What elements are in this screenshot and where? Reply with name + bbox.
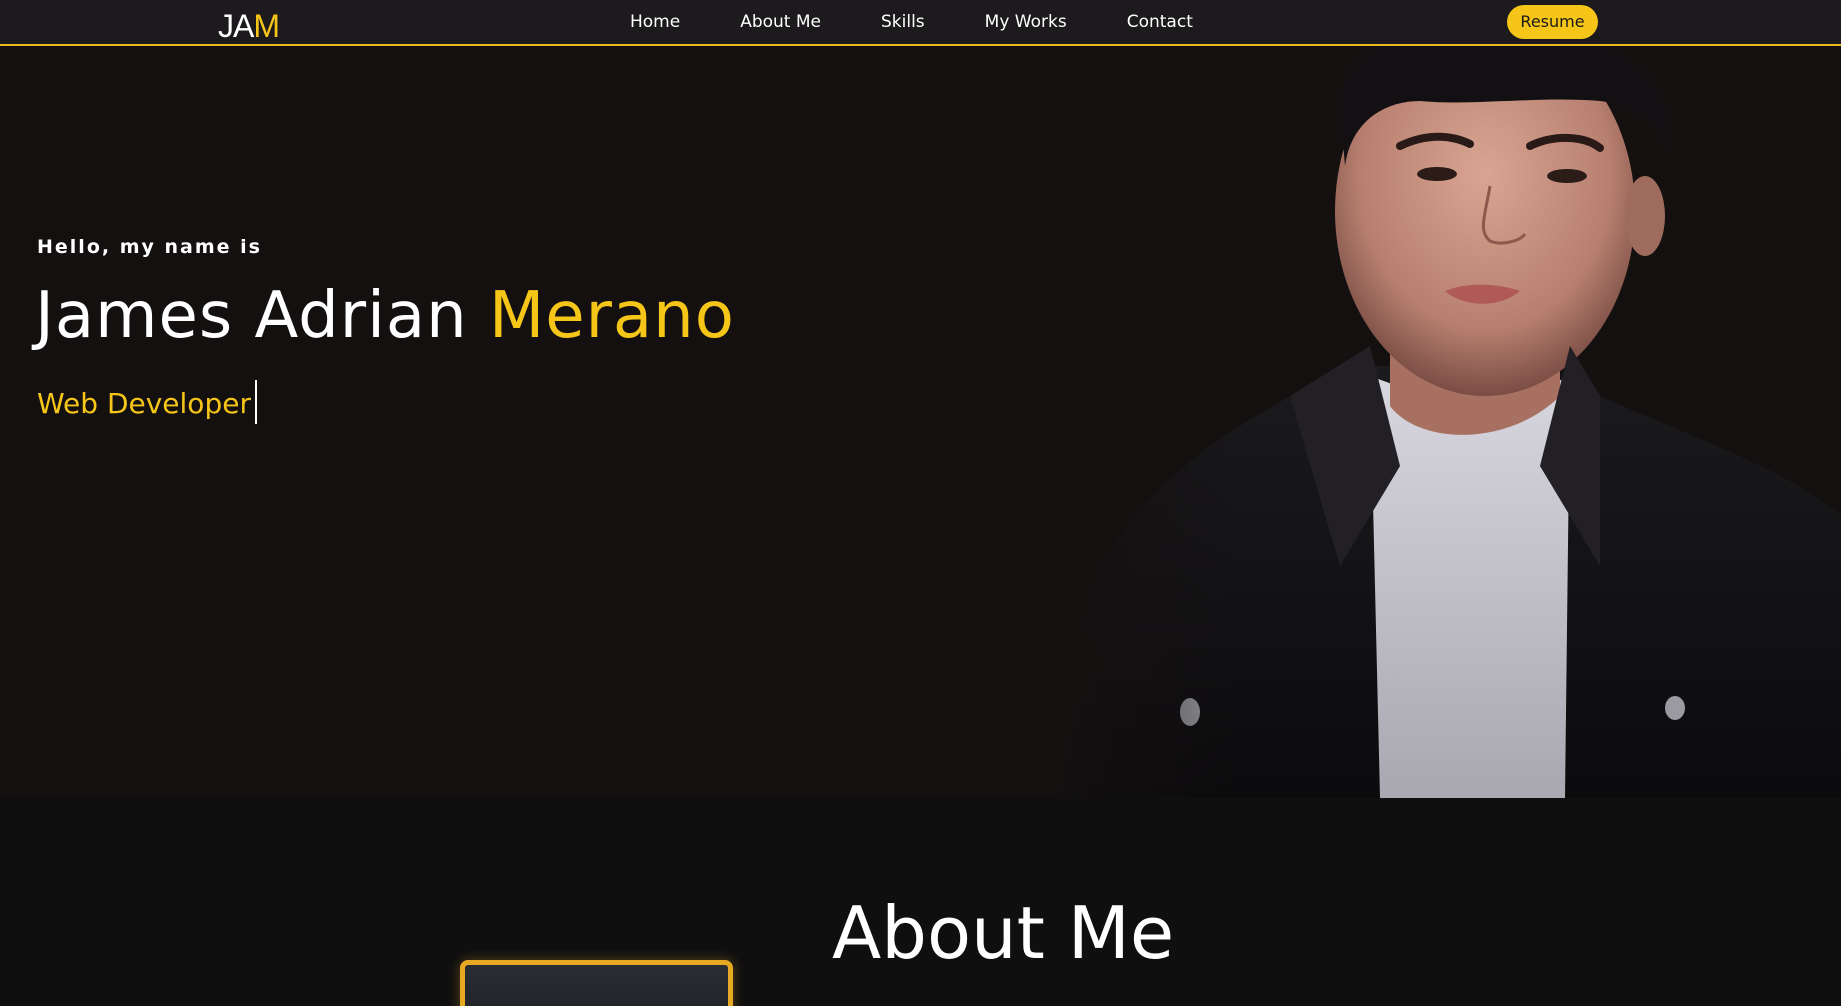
hero-role-text: Web Developer	[37, 387, 251, 420]
hero-last-name: Merano	[489, 279, 735, 353]
hero-role: Web Developer	[37, 380, 257, 424]
resume-button[interactable]: Resume	[1507, 5, 1598, 39]
hero-name: James Adrian Merano	[35, 276, 735, 356]
hero-section: Hello, my name is James Adrian Merano We…	[0, 46, 1841, 798]
about-section: About Me	[0, 798, 1841, 1006]
about-title: About Me	[832, 891, 1175, 975]
typing-cursor	[254, 380, 257, 424]
logo-initials: JA	[218, 8, 254, 44]
logo[interactable]: JAM	[218, 6, 280, 46]
nav-link-skills[interactable]: Skills	[881, 12, 925, 32]
nav-link-about-me[interactable]: About Me	[740, 12, 821, 32]
portrait-photo	[1040, 46, 1841, 798]
nav-links: Home About Me Skills My Works Contact	[630, 0, 1253, 44]
navbar: JAM Home About Me Skills My Works Contac…	[0, 0, 1841, 46]
about-photo-card	[460, 960, 733, 1006]
hero-first-names: James Adrian	[35, 279, 468, 353]
nav-link-my-works[interactable]: My Works	[985, 12, 1067, 32]
hero-greeting: Hello, my name is	[37, 236, 262, 258]
nav-link-contact[interactable]: Contact	[1127, 12, 1193, 32]
logo-accent-initial: M	[253, 8, 280, 44]
nav-link-home[interactable]: Home	[630, 12, 680, 32]
